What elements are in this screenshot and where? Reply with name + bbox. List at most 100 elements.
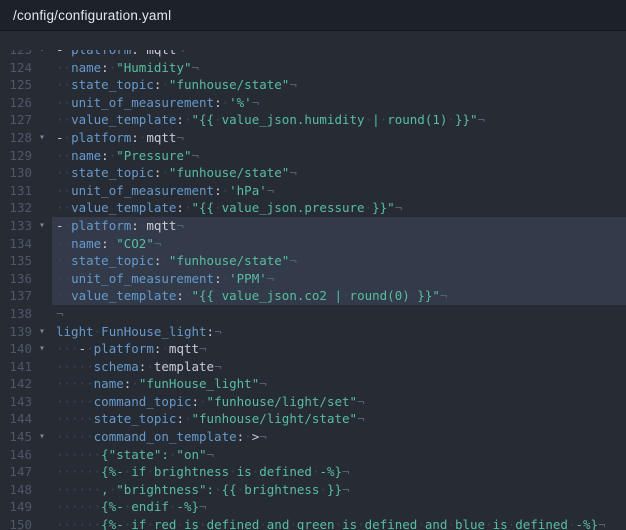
- code-text[interactable]: -·platform:·mqtt¬: [52, 129, 626, 147]
- token-key: platform: [71, 218, 131, 233]
- code-text[interactable]: ··state_topic:·"funhouse/state"¬: [52, 164, 626, 182]
- code-text[interactable]: ··name:·"Humidity"¬: [52, 59, 626, 77]
- code-line[interactable]: 125··state_topic:·"funhouse/state"¬: [0, 76, 626, 94]
- gutter: 146: [0, 446, 52, 464]
- token-str: {%-: [101, 517, 124, 530]
- code-line[interactable]: 135··state_topic:·"funhouse/state"¬: [0, 252, 626, 270]
- code-text[interactable]: ··state_topic:·"funhouse/state"¬: [52, 76, 626, 94]
- code-line[interactable]: 126··unit_of_measurement:·'%'¬: [0, 94, 626, 112]
- code-text[interactable]: ·····command_on_template:·>¬: [52, 428, 626, 446]
- line-number: 134: [0, 235, 32, 253]
- token-key: light: [56, 324, 94, 339]
- code-line[interactable]: 139▾light·FunHouse_light:¬: [0, 323, 626, 341]
- fold-arrow-icon[interactable]: ▾: [32, 50, 52, 59]
- token-txt: template: [154, 359, 214, 374]
- token-txt: :: [214, 271, 222, 286]
- token-str: value_json.humidity: [222, 112, 365, 127]
- code-text[interactable]: ··name:·"Pressure"¬: [52, 147, 626, 165]
- fold-arrow-icon[interactable]: ▾: [32, 428, 52, 446]
- code-line[interactable]: 124··name:·"Humidity"¬: [0, 59, 626, 77]
- code-text[interactable]: ······{"state":·"on"¬: [52, 446, 626, 464]
- fold-spacer: [32, 375, 52, 393]
- code-line[interactable]: 140▾···-·platform:·mqtt¬: [0, 340, 626, 358]
- gutter: 140▾: [0, 340, 52, 358]
- code-line[interactable]: 138¬: [0, 305, 626, 323]
- code-text[interactable]: ·····state_topic:·"funhouse/light/state"…: [52, 410, 626, 428]
- code-text[interactable]: ··state_topic:·"funhouse/state"¬: [52, 252, 626, 270]
- code-text[interactable]: ······{%-·if·red·is·defined·and·green·is…: [52, 516, 626, 530]
- token-str: endif: [131, 499, 169, 514]
- fold-spacer: [32, 94, 52, 112]
- code-text[interactable]: ···-·platform:·mqtt¬: [52, 340, 626, 358]
- code-line[interactable]: 147······{%-·if·brightness·is·defined·-%…: [0, 463, 626, 481]
- code-text[interactable]: ··unit_of_measurement:·'%'¬: [52, 94, 626, 112]
- token-ws: ·: [417, 517, 425, 530]
- fold-arrow-icon[interactable]: ▾: [32, 129, 52, 147]
- fold-spacer: [32, 287, 52, 305]
- fold-arrow-icon[interactable]: ▾: [32, 323, 52, 341]
- code-line[interactable]: 142·····name:·"funHouse_light"¬: [0, 375, 626, 393]
- gutter: 128▾: [0, 129, 52, 147]
- token-ws: ·····: [56, 359, 94, 374]
- gutter: 141: [0, 358, 52, 376]
- token-ws: ·: [365, 200, 373, 215]
- fold-arrow-icon[interactable]: ▾: [32, 217, 52, 235]
- token-ws: ·: [229, 464, 237, 479]
- code-line[interactable]: 127··value_template:·"{{·value_json.humi…: [0, 111, 626, 129]
- code-line[interactable]: 128▾-·platform:·mqtt¬: [0, 129, 626, 147]
- code-text[interactable]: ··name:·"CO2"¬: [52, 235, 626, 253]
- code-line[interactable]: 123▾-·platform:·mqtt¬: [0, 50, 626, 59]
- code-line[interactable]: 149······{%-·endif·-%}¬: [0, 498, 626, 516]
- token-key: platform: [94, 341, 154, 356]
- gutter: 130: [0, 164, 52, 182]
- code-line[interactable]: 133▾-·platform:·mqtt¬: [0, 217, 626, 235]
- code-line[interactable]: 136··unit_of_measurement:·'PPM'¬: [0, 270, 626, 288]
- code-line[interactable]: 141·····schema:·template¬: [0, 358, 626, 376]
- code-line[interactable]: 146······{"state":·"on"¬: [0, 446, 626, 464]
- code-text[interactable]: -·platform:·mqtt¬: [52, 50, 626, 59]
- gutter: 129: [0, 147, 52, 165]
- code-text[interactable]: ¬: [52, 305, 626, 323]
- gutter: 139▾: [0, 323, 52, 341]
- token-key: state_topic: [71, 253, 154, 268]
- token-str: "funHouse_light": [139, 376, 259, 391]
- token-ws: ·: [161, 77, 169, 92]
- code-text[interactable]: ··value_template:·"{{·value_json.pressur…: [52, 199, 626, 217]
- code-text[interactable]: ··value_template:·"{{·value_json.humidit…: [52, 111, 626, 129]
- code-line[interactable]: 130··state_topic:·"funhouse/state"¬: [0, 164, 626, 182]
- token-str: |: [334, 288, 342, 303]
- code-line[interactable]: 134 ··name:·"CO2"¬: [0, 235, 626, 253]
- code-text[interactable]: ······{%-·endif·-%}¬: [52, 498, 626, 516]
- yaml-editor[interactable]: 123▾-·platform:·mqtt¬124··name:·"Humidit…: [0, 32, 626, 530]
- code-line[interactable]: 143·····command_topic:·"funhouse/light/s…: [0, 393, 626, 411]
- token-ws: ·: [146, 464, 154, 479]
- code-text[interactable]: ······{%-·if·brightness·is·defined·-%}¬: [52, 463, 626, 481]
- code-text[interactable]: ······,·"brightness":·{{·brightness·}}¬: [52, 481, 626, 499]
- code-text[interactable]: -·platform:·mqtt¬: [52, 217, 626, 235]
- gutter: 137: [0, 287, 52, 305]
- fold-arrow-icon[interactable]: ▾: [32, 340, 52, 358]
- token-key: platform: [71, 130, 131, 145]
- token-eol: ¬: [598, 517, 606, 530]
- token-txt: :: [101, 60, 109, 75]
- gutter: 148: [0, 481, 52, 499]
- code-line[interactable]: 148······,·"brightness":·{{·brightness·}…: [0, 481, 626, 499]
- code-line[interactable]: 132··value_template:·"{{·value_json.pres…: [0, 199, 626, 217]
- code-text[interactable]: ·····command_topic:·"funhouse/light/set"…: [52, 393, 626, 411]
- token-ws: ·: [64, 218, 72, 233]
- code-text[interactable]: ··unit_of_measurement:·'PPM'¬: [52, 270, 626, 288]
- code-line[interactable]: 129··name:·"Pressure"¬: [0, 147, 626, 165]
- code-text[interactable]: ·····schema:·template¬: [52, 358, 626, 376]
- code-line[interactable]: 150······{%-·if·red·is·defined·and·green…: [0, 516, 626, 530]
- code-text[interactable]: ··unit_of_measurement:·'hPa'¬: [52, 182, 626, 200]
- fold-spacer: [32, 393, 52, 411]
- code-line[interactable]: 144·····state_topic:·"funhouse/light/sta…: [0, 410, 626, 428]
- token-eol: ¬: [192, 148, 200, 163]
- code-line[interactable]: 145▾·····command_on_template:·>¬: [0, 428, 626, 446]
- code-line[interactable]: 137··value_template:·"{{·value_json.co2·…: [0, 287, 626, 305]
- code-text[interactable]: ··value_template:·"{{·value_json.co2·|·r…: [52, 287, 626, 305]
- code-text[interactable]: light·FunHouse_light:¬: [52, 323, 626, 341]
- code-text[interactable]: ·····name:·"funHouse_light"¬: [52, 375, 626, 393]
- code-line[interactable]: 131··unit_of_measurement:·'hPa'¬: [0, 182, 626, 200]
- fold-spacer: [32, 111, 52, 129]
